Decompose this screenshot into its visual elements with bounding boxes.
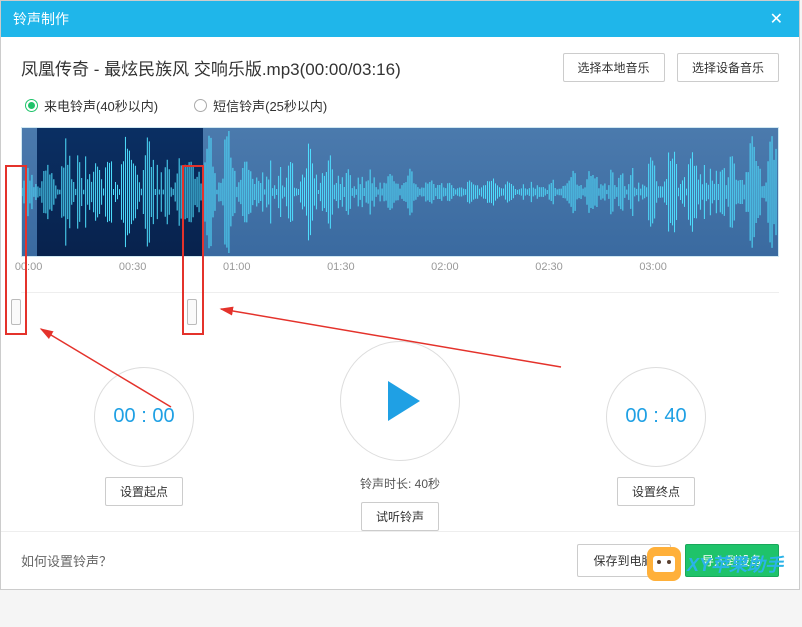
start-time-circle: 00 : 00 bbox=[94, 367, 194, 467]
start-time-value: 00 : 00 bbox=[113, 405, 174, 428]
play-icon bbox=[388, 381, 420, 421]
preview-button[interactable]: 试听铃声 bbox=[361, 502, 439, 531]
drag-handle-start[interactable] bbox=[11, 299, 21, 325]
ruler-tick: 02:00 bbox=[431, 261, 459, 273]
titlebar: 铃声制作 ✕ bbox=[1, 1, 799, 37]
play-button[interactable] bbox=[340, 341, 460, 461]
ruler-tick: 00:00 bbox=[15, 261, 43, 273]
radio-dot-icon bbox=[194, 99, 207, 112]
end-time-value: 00 : 40 bbox=[625, 405, 686, 428]
radio-incoming-label: 来电铃声(40秒以内) bbox=[44, 96, 158, 115]
ruler-tick: 00:30 bbox=[119, 261, 147, 273]
ruler-tick: 03:00 bbox=[639, 261, 667, 273]
radio-dot-icon bbox=[25, 99, 38, 112]
help-link[interactable]: 如何设置铃声？ bbox=[21, 551, 112, 570]
file-title: 凤凰传奇 - 最炫民族风 交响乐版.mp3(00:00/03:16) bbox=[21, 55, 401, 80]
set-start-button[interactable]: 设置起点 bbox=[105, 477, 183, 506]
end-time-circle: 00 : 40 bbox=[606, 367, 706, 467]
choose-local-button[interactable]: 选择本地音乐 bbox=[563, 53, 665, 82]
set-end-button[interactable]: 设置终点 bbox=[617, 477, 695, 506]
time-ruler: 00:0000:3001:0001:3002:0002:3003:00 bbox=[21, 257, 779, 293]
choose-device-button[interactable]: 选择设备音乐 bbox=[677, 53, 779, 82]
radio-incoming[interactable]: 来电铃声(40秒以内) bbox=[25, 96, 158, 115]
window-title: 铃声制作 bbox=[13, 9, 69, 29]
waveform-area[interactable] bbox=[21, 127, 779, 257]
brand-text: XY苹果助手 bbox=[687, 551, 783, 577]
ruler-tick: 02:30 bbox=[535, 261, 563, 273]
duration-label: 铃声时长: 40秒 bbox=[360, 475, 440, 492]
close-icon[interactable]: ✕ bbox=[766, 9, 787, 29]
drag-handle-end[interactable] bbox=[187, 299, 197, 325]
ruler-tick: 01:30 bbox=[327, 261, 355, 273]
brand-icon bbox=[647, 547, 681, 581]
waveform-svg bbox=[22, 128, 778, 256]
brand-badge: XY苹果助手 bbox=[647, 547, 783, 581]
radio-sms-label: 短信铃声(25秒以内) bbox=[213, 96, 327, 115]
ruler-tick: 01:00 bbox=[223, 261, 251, 273]
radio-sms[interactable]: 短信铃声(25秒以内) bbox=[194, 96, 327, 115]
